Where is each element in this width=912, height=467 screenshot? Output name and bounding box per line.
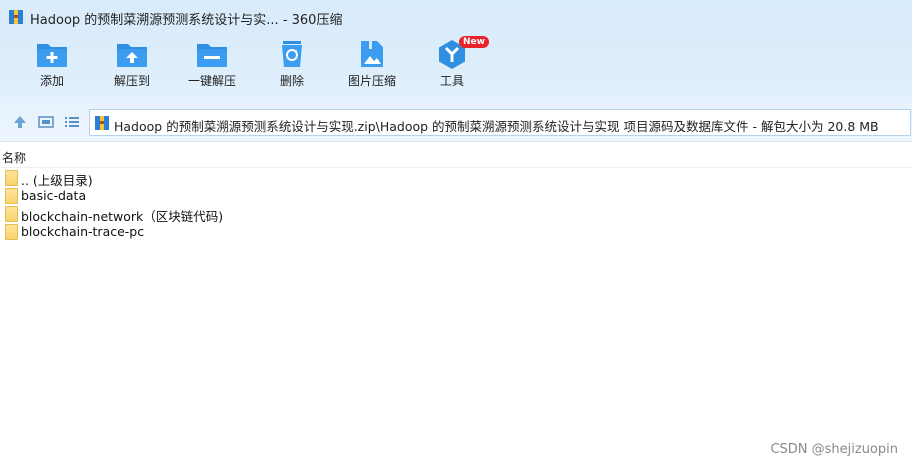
tools-button[interactable]: New 工具 — [412, 36, 492, 97]
list-view-icon[interactable] — [64, 114, 80, 130]
address-row: Hadoop 的预制菜溯源预测系统设计与实现.zip\Hadoop 的预制菜溯源… — [0, 103, 912, 142]
watermark: CSDN @shejizuopin — [770, 442, 898, 457]
extract-to-button[interactable]: 解压到 — [92, 39, 172, 97]
file-name: blockchain-trace-pc — [21, 224, 145, 239]
folder-one-click-icon — [197, 44, 227, 67]
up-arrow-icon[interactable] — [12, 114, 28, 130]
image-compress-button[interactable]: 图片压缩 — [332, 39, 412, 97]
app-window: Hadoop 的预制菜溯源预测系统设计与实... - 360压缩 添加 解压到 … — [0, 0, 912, 467]
top-area: Hadoop 的预制菜溯源预测系统设计与实... - 360压缩 添加 解压到 … — [0, 0, 912, 103]
folder-icon — [5, 224, 18, 240]
file-list: .. (上级目录) basic-data blockchain-network（… — [0, 169, 912, 241]
recycle-bin-icon — [282, 41, 302, 67]
toolbar: 添加 解压到 一键解压 删除 图片压缩 New 工具 — [0, 34, 912, 100]
file-name: basic-data — [21, 188, 87, 203]
file-row-blockchain-network[interactable]: blockchain-network（区块链代码) — [0, 205, 912, 224]
address-bar[interactable]: Hadoop 的预制菜溯源预测系统设计与实现.zip\Hadoop 的预制菜溯源… — [89, 109, 911, 136]
folder-icon — [5, 170, 18, 186]
file-row-parent-dir[interactable]: .. (上级目录) — [0, 169, 912, 188]
file-row-basic-data[interactable]: basic-data — [0, 187, 912, 205]
one-click-extract-button[interactable]: 一键解压 — [172, 39, 252, 97]
file-row-blockchain-trace-pc[interactable]: blockchain-trace-pc — [0, 223, 912, 241]
column-header-row: 名称 — [0, 145, 912, 168]
archive-app-icon — [9, 10, 23, 24]
title-bar: Hadoop 的预制菜溯源预测系统设计与实... - 360压缩 — [0, 0, 912, 34]
folder-add-icon — [37, 44, 67, 67]
image-compress-icon — [361, 41, 383, 67]
folder-icon — [5, 206, 18, 222]
archive-icon — [95, 116, 109, 130]
add-button[interactable]: 添加 — [12, 39, 92, 97]
address-path: Hadoop 的预制菜溯源预测系统设计与实现.zip\Hadoop 的预制菜溯源… — [114, 119, 879, 134]
folder-icon — [5, 188, 18, 204]
folder-extract-icon — [117, 44, 147, 67]
window-title: Hadoop 的预制菜溯源预测系统设计与实... - 360压缩 — [30, 13, 343, 28]
delete-button[interactable]: 删除 — [252, 39, 332, 97]
thumbnail-view-icon[interactable] — [38, 114, 54, 130]
column-header-name[interactable]: 名称 — [2, 149, 26, 166]
new-badge: New — [459, 36, 489, 48]
